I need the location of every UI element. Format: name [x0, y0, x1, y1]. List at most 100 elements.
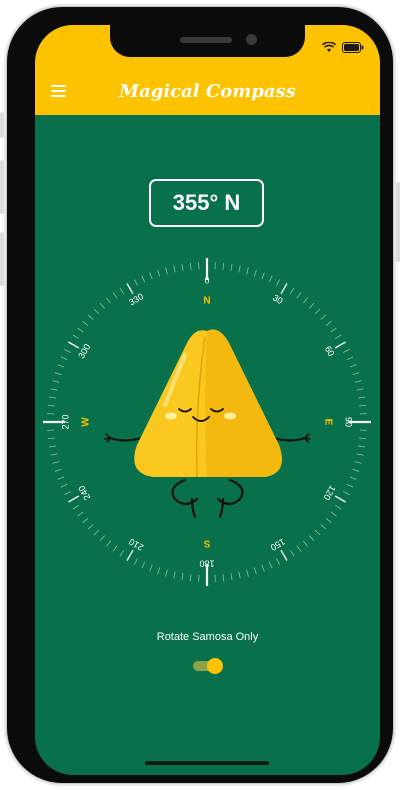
minor-tick: [230, 573, 233, 581]
minor-tick: [309, 302, 315, 309]
minor-tick: [261, 272, 265, 280]
degree-label: 210: [127, 537, 145, 553]
minor-tick: [165, 569, 168, 577]
wifi-icon: [322, 42, 336, 52]
degree-labels: 0 30 60 90 120 150 180 210 240 270 300 330: [60, 275, 353, 568]
major-tick: [334, 341, 346, 349]
minor-tick: [48, 396, 56, 399]
degree-label: 270: [60, 414, 70, 429]
mute-switch: [0, 112, 4, 138]
minor-tick: [358, 445, 366, 448]
major-tick: [126, 283, 134, 295]
minor-tick: [119, 287, 125, 294]
minor-tick: [48, 445, 56, 448]
minor-tick: [60, 483, 68, 488]
front-camera: [246, 34, 257, 45]
speaker-grille: [180, 37, 232, 43]
minor-tick: [268, 275, 273, 283]
minor-tick: [289, 287, 295, 294]
minor-tick: [112, 292, 118, 299]
toggle-knob: [207, 658, 223, 674]
major-tick: [68, 341, 80, 349]
minor-tick: [173, 265, 176, 273]
minor-tick: [246, 267, 249, 275]
minor-tick: [87, 314, 94, 320]
minor-tick: [261, 564, 265, 572]
minor-tick: [289, 550, 295, 557]
minor-tick: [181, 573, 184, 581]
cardinal-n: N: [203, 296, 210, 307]
major-tick: [68, 495, 80, 503]
minor-tick: [72, 334, 79, 340]
minor-tick: [173, 571, 176, 579]
minor-tick: [87, 524, 94, 530]
minor-tick: [157, 567, 161, 575]
major-tick: [280, 283, 288, 295]
minor-tick: [253, 269, 257, 277]
minor-tick: [335, 334, 342, 340]
minor-tick: [54, 468, 62, 472]
minor-tick: [354, 461, 362, 464]
minor-tick: [230, 263, 233, 271]
minor-tick: [320, 314, 327, 320]
minor-tick: [354, 380, 362, 383]
minor-tick: [50, 453, 58, 456]
minor-tick: [320, 524, 327, 530]
minor-tick: [57, 364, 65, 368]
cardinal-s: S: [203, 537, 210, 548]
minor-tick: [72, 504, 79, 510]
minor-tick: [325, 517, 332, 524]
minor-tick: [359, 404, 367, 407]
minor-tick: [60, 356, 68, 361]
status-bar: [322, 42, 364, 53]
minor-tick: [349, 364, 357, 368]
rotate-samosa-label: Rotate Samosa Only: [156, 631, 259, 643]
degree-label: 60: [323, 344, 337, 358]
degree-label: 150: [269, 537, 287, 553]
minor-tick: [181, 263, 184, 271]
minor-tick: [52, 461, 60, 464]
power-button: [396, 182, 400, 262]
volume-down-button: [0, 232, 4, 286]
minor-tick: [222, 262, 225, 270]
minor-tick: [93, 308, 100, 315]
minor-tick: [64, 349, 71, 353]
minor-tick: [335, 504, 342, 510]
degree-label: 30: [271, 293, 285, 307]
minor-tick: [325, 320, 332, 327]
degree-label: 240: [76, 484, 92, 502]
minor-tick: [105, 540, 112, 547]
minor-tick: [93, 529, 100, 536]
major-tick: [334, 495, 346, 503]
minor-tick: [64, 491, 71, 495]
minor-tick: [112, 545, 118, 552]
minor-tick: [276, 558, 280, 565]
minor-tick: [134, 558, 138, 565]
minor-tick: [246, 569, 249, 577]
minor-tick: [356, 388, 364, 391]
minor-tick: [119, 550, 125, 557]
minor-tick: [54, 372, 62, 376]
minor-tick: [343, 491, 350, 495]
minor-tick: [50, 388, 58, 391]
minor-tick: [330, 511, 337, 517]
minor-tick: [99, 535, 105, 542]
minor-tick: [189, 262, 192, 270]
minor-tick: [358, 396, 366, 399]
minor-tick: [238, 571, 241, 579]
degree-label: 300: [76, 342, 92, 360]
minor-tick: [302, 540, 309, 547]
device-notch: [110, 25, 305, 57]
minor-tick: [149, 272, 153, 280]
app-screen: Magical Compass 355° N 0 30 60 90 120 15…: [35, 25, 380, 775]
minor-tick: [356, 453, 364, 456]
minor-tick: [238, 265, 241, 273]
rotate-samosa-toggle[interactable]: [193, 658, 223, 674]
minor-tick: [82, 517, 89, 524]
minor-tick: [268, 561, 273, 569]
minor-tick: [141, 275, 146, 283]
heading-readout: 355° N: [149, 179, 264, 227]
compass-ticks: [43, 258, 371, 586]
minor-tick: [309, 535, 315, 542]
minor-tick: [165, 267, 168, 275]
